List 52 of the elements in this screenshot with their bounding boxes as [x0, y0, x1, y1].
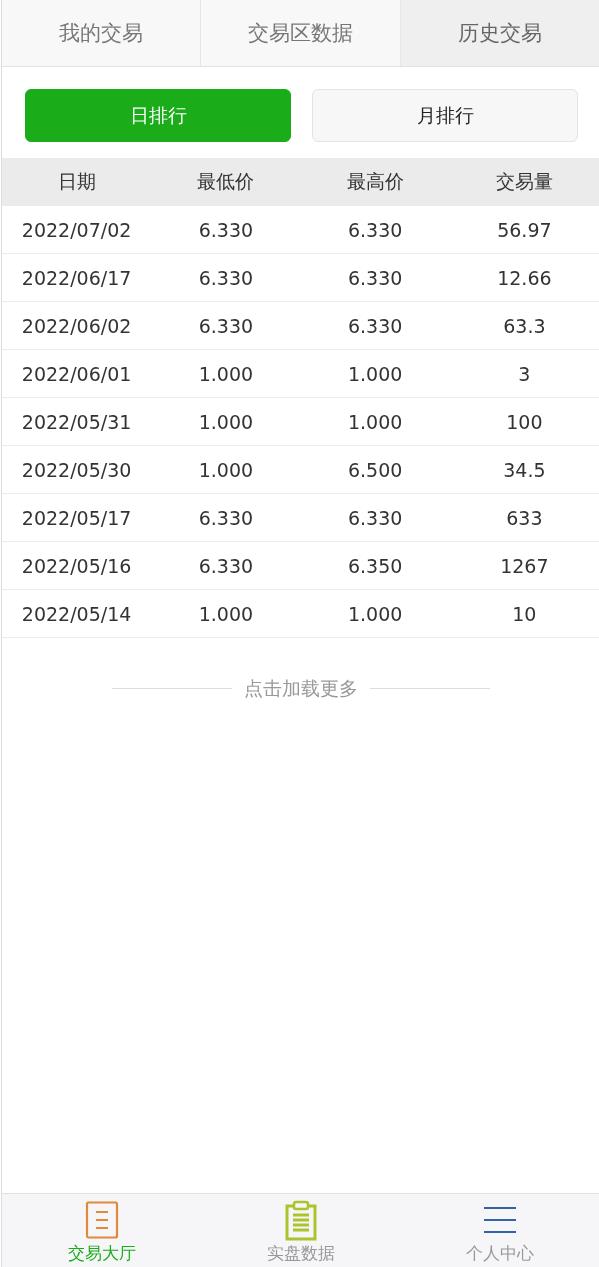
table-cell: 12.66	[497, 266, 552, 289]
table-cell: 6.350	[347, 554, 403, 577]
table-cell: 63.3	[503, 314, 546, 337]
column-header: 最低价	[197, 169, 255, 194]
table-cell: 6.330	[347, 218, 403, 241]
tab[interactable]: 交易区数据	[201, 0, 401, 66]
table-cell: 6.330	[198, 554, 254, 577]
table-cell: 6.500	[347, 458, 403, 481]
column-header: 日期	[57, 169, 96, 194]
table-cell: 2022/05/16	[21, 554, 132, 577]
table-cell: 1267	[500, 554, 549, 577]
table-cell: 2022/05/17	[21, 506, 132, 529]
column-header: 最高价	[346, 169, 404, 194]
table-cell: 1.000	[198, 458, 254, 481]
table-cell: 1.000	[198, 602, 254, 625]
table-cell: 2022/05/30	[21, 458, 132, 481]
tab[interactable]: 历史交易	[400, 0, 599, 66]
table-cell: 100	[506, 410, 543, 433]
document-icon	[84, 1201, 119, 1239]
table-cell: 34.5	[503, 458, 546, 481]
table-cell: 2022/07/02	[21, 218, 132, 241]
clipboard-icon	[283, 1199, 318, 1241]
table-cell: 2022/06/02	[21, 314, 132, 337]
table-cell: 10	[512, 602, 537, 625]
table-cell: 1.000	[347, 362, 403, 385]
table-cell: 6.330	[347, 314, 403, 337]
table-cell: 56.97	[497, 218, 552, 241]
table-cell: 1.000	[198, 362, 254, 385]
table-cell: 2022/06/01	[21, 362, 132, 385]
ranking-button[interactable]: 月排行	[312, 89, 578, 142]
table-cell: 6.330	[198, 314, 254, 337]
table-cell: 6.330	[347, 506, 403, 529]
load-more-link[interactable]: 点击加载更多	[243, 676, 358, 702]
table-cell: 3	[518, 362, 531, 385]
table-cell: 2022/05/14	[21, 602, 132, 625]
menu-icon	[482, 1206, 517, 1234]
table-cell: 2022/06/17	[21, 266, 132, 289]
nav-item[interactable]: 个人中心	[400, 1194, 599, 1267]
ranking-button[interactable]: 日排行	[25, 89, 291, 142]
column-header: 交易量	[495, 169, 553, 194]
table-cell: 6.330	[198, 266, 254, 289]
table-cell: 6.330	[198, 506, 254, 529]
nav-item[interactable]: 实盘数据	[201, 1194, 400, 1267]
table-cell: 1.000	[198, 410, 254, 433]
tab[interactable]: 我的交易	[2, 0, 202, 66]
nav-item[interactable]: 交易大厅	[2, 1194, 201, 1267]
table-cell: 633	[506, 506, 543, 529]
table-cell: 6.330	[347, 266, 403, 289]
table-cell: 6.330	[198, 218, 254, 241]
table-cell: 2022/05/31	[21, 410, 132, 433]
table-cell: 1.000	[347, 602, 403, 625]
table-cell: 1.000	[347, 410, 403, 433]
